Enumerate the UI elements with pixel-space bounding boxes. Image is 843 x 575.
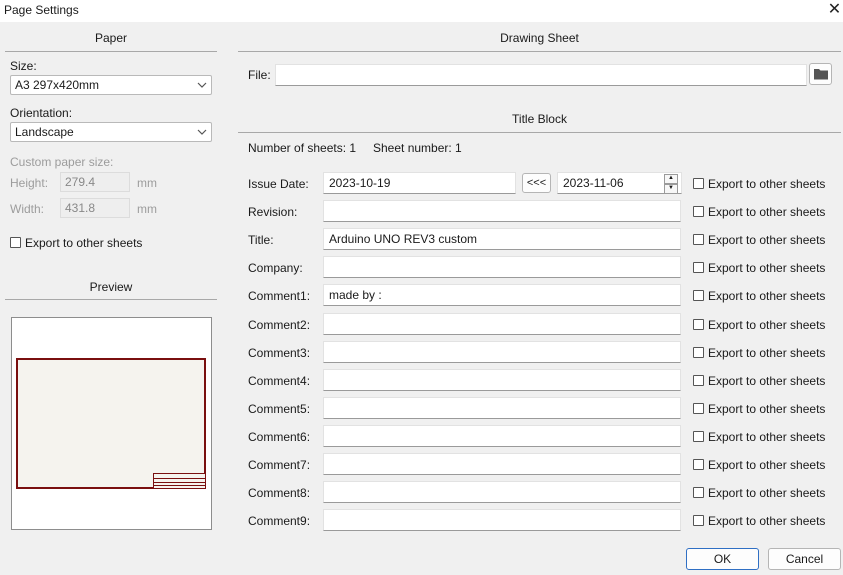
orientation-select-value: Landscape — [15, 125, 74, 139]
width-label: Width: — [10, 202, 45, 216]
export-label: Export to other sheets — [708, 318, 826, 332]
field-input[interactable]: 2023-10-19 — [323, 172, 516, 194]
preview-title-block — [153, 473, 206, 489]
preview-divider — [5, 299, 217, 300]
orientation-select[interactable]: Landscape — [10, 122, 212, 142]
height-input[interactable]: 279.4 — [60, 172, 130, 192]
field-label: Title: — [248, 233, 274, 247]
paper-divider — [5, 51, 217, 52]
field-label: Comment1: — [248, 289, 311, 303]
export-label: Export to other sheets — [708, 261, 826, 275]
ok-button[interactable]: OK — [686, 548, 759, 570]
orientation-label: Orientation: — [10, 106, 73, 120]
export-checkbox[interactable] — [693, 290, 704, 301]
export-label: Export to other sheets — [708, 205, 826, 219]
export-checkbox[interactable] — [693, 234, 704, 245]
field-label: Comment9: — [248, 514, 311, 528]
paper-export-label: Export to other sheets — [25, 236, 143, 250]
width-input[interactable]: 431.8 — [60, 198, 130, 218]
field-input[interactable] — [323, 200, 681, 222]
field-label: Comment7: — [248, 458, 311, 472]
field-input[interactable]: Arduino UNO REV3 custom — [323, 228, 681, 250]
export-checkbox[interactable] — [693, 459, 704, 470]
number-of-sheets: Number of sheets: 1 — [248, 141, 357, 155]
export-label: Export to other sheets — [708, 289, 826, 303]
export-checkbox[interactable] — [693, 431, 704, 442]
title-bar — [0, 0, 843, 22]
export-label: Export to other sheets — [708, 486, 826, 500]
export-label: Export to other sheets — [708, 346, 826, 360]
field-label: Comment6: — [248, 430, 311, 444]
export-label: Export to other sheets — [708, 430, 826, 444]
paper-section-title: Paper — [94, 31, 128, 45]
export-checkbox[interactable] — [693, 206, 704, 217]
field-label: Comment2: — [248, 318, 311, 332]
export-label: Export to other sheets — [708, 458, 826, 472]
field-input[interactable] — [323, 397, 681, 419]
date-spinner[interactable]: ▲ ▼ — [664, 174, 678, 194]
field-input[interactable] — [323, 509, 681, 531]
custom-size-label: Custom paper size: — [10, 155, 114, 169]
width-unit: mm — [137, 202, 157, 216]
title-block-divider — [238, 132, 841, 133]
export-label: Export to other sheets — [708, 402, 826, 416]
export-checkbox[interactable] — [693, 487, 704, 498]
close-icon: ✕ — [827, 1, 842, 18]
paper-export-checkbox[interactable] — [10, 237, 21, 248]
spin-down-icon[interactable]: ▼ — [664, 184, 678, 194]
field-label: Company: — [248, 261, 303, 275]
export-checkbox[interactable] — [693, 347, 704, 358]
field-label: Comment4: — [248, 374, 311, 388]
export-checkbox[interactable] — [693, 515, 704, 526]
spin-up-icon[interactable]: ▲ — [664, 174, 678, 184]
size-label: Size: — [10, 59, 37, 73]
title-block-section-title: Title Block — [512, 112, 567, 126]
field-input[interactable] — [323, 425, 681, 447]
folder-icon — [813, 69, 828, 80]
height-label: Height: — [10, 176, 49, 190]
browse-file-button[interactable] — [809, 63, 832, 85]
field-label: Comment8: — [248, 486, 311, 500]
close-button[interactable]: ✕ — [826, 0, 843, 20]
size-select[interactable]: A3 297x420mm — [10, 75, 212, 95]
field-label: Issue Date: — [248, 177, 309, 191]
drawing-sheet-divider — [238, 51, 841, 52]
preview-sheet — [16, 358, 206, 489]
file-input[interactable] — [275, 64, 807, 86]
export-checkbox[interactable] — [693, 403, 704, 414]
chevron-down-icon — [197, 129, 207, 135]
export-checkbox[interactable] — [693, 319, 704, 330]
chevron-down-icon — [197, 82, 207, 88]
date-picker-value: 2023-11-06 — [563, 176, 624, 190]
export-checkbox[interactable] — [693, 375, 704, 386]
field-label: Comment3: — [248, 346, 311, 360]
field-input[interactable]: made by : — [323, 284, 681, 306]
field-label: Revision: — [248, 205, 298, 219]
export-label: Export to other sheets — [708, 514, 826, 528]
field-input[interactable] — [323, 453, 681, 475]
field-input[interactable] — [323, 481, 681, 503]
drawing-sheet-section-title: Drawing Sheet — [500, 31, 579, 45]
export-label: Export to other sheets — [708, 177, 826, 191]
export-checkbox[interactable] — [693, 262, 704, 273]
export-label: Export to other sheets — [708, 374, 826, 388]
preview-section-title: Preview — [89, 280, 133, 294]
field-input[interactable] — [323, 256, 681, 278]
sheet-number: Sheet number: 1 — [373, 141, 462, 155]
cancel-button[interactable]: Cancel — [768, 548, 841, 570]
size-select-value: A3 297x420mm — [15, 78, 100, 92]
field-input[interactable] — [323, 313, 681, 335]
window-title: Page Settings — [4, 3, 79, 17]
export-checkbox[interactable] — [693, 178, 704, 189]
field-input[interactable] — [323, 369, 681, 391]
height-unit: mm — [137, 176, 157, 190]
file-label: File: — [248, 68, 271, 82]
field-label: Comment5: — [248, 402, 311, 416]
field-input[interactable] — [323, 341, 681, 363]
copy-date-button[interactable]: <<< — [522, 173, 551, 193]
export-label: Export to other sheets — [708, 233, 826, 247]
